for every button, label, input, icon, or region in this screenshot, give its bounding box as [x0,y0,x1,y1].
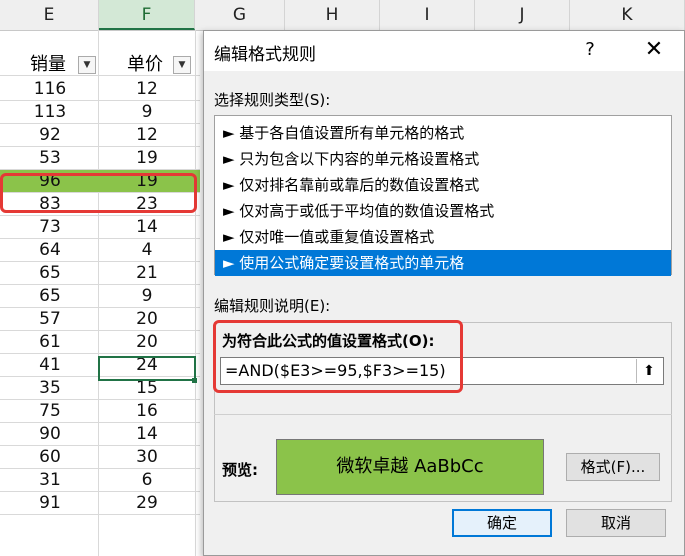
qty-cell[interactable]: 116 [2,78,98,100]
column-header-e[interactable]: E [0,0,99,30]
price-cell[interactable]: 30 [99,446,195,468]
help-button[interactable]: ? [579,37,601,63]
preview-label: 预览: [222,461,258,479]
qty-cell[interactable]: 73 [2,216,98,238]
price-cell[interactable]: 14 [99,216,195,238]
table-row[interactable]: 90 14 [0,423,200,446]
price-cell[interactable]: 14 [99,423,195,445]
table-row[interactable]: 116 12 [0,78,200,101]
rule-type-item[interactable]: ► 仅对唯一值或重复值设置格式 [215,224,671,250]
collapse-dialog-icon[interactable]: ⬆ [636,359,661,383]
qty-cell[interactable]: 41 [2,354,98,376]
qty-cell[interactable]: 35 [2,377,98,399]
divider [214,414,672,415]
table-row[interactable]: 57 20 [0,308,200,331]
qty-cell[interactable]: 53 [2,147,98,169]
qty-cell[interactable]: 75 [2,400,98,422]
table-row[interactable]: 91 29 [0,492,200,515]
qty-cell[interactable]: 65 [2,262,98,284]
rule-type-item[interactable]: ► 仅对排名靠前或靠后的数值设置格式 [215,172,671,198]
format-button[interactable]: 格式(F)... [566,453,660,481]
table-row[interactable]: 53 19 [0,147,200,170]
highlight-annotation [0,173,197,213]
qty-cell[interactable]: 61 [2,331,98,353]
column-header-f[interactable]: F [99,0,195,30]
price-cell[interactable]: 12 [99,78,195,100]
rule-type-list[interactable]: ► 基于各自值设置所有单元格的格式 ► 只为包含以下内容的单元格设置格式 ► 仅… [214,115,672,276]
select-rule-type-label: 选择规则类型(S): [214,91,331,109]
filter-dropdown-icon[interactable]: ▼ [173,56,191,74]
column-header-j[interactable]: J [475,0,570,30]
table-row[interactable]: 65 9 [0,285,200,308]
column-header-g[interactable]: G [195,0,285,30]
table-row[interactable]: 75 16 [0,400,200,423]
column-header-row: E F G H I J K [0,0,685,31]
dialog-title: 编辑格式规则 [214,45,316,65]
price-cell[interactable]: 9 [99,101,195,123]
edit-format-rule-dialog: 编辑格式规则 ? ✕ 选择规则类型(S): ► 基于各自值设置所有单元格的格式 … [203,30,685,556]
price-cell[interactable]: 16 [99,400,195,422]
active-cell[interactable] [98,356,196,381]
price-cell[interactable]: 19 [99,147,195,169]
table-row[interactable]: 31 6 [0,469,200,492]
column-header-i[interactable]: I [380,0,475,30]
qty-cell[interactable]: 64 [2,239,98,261]
price-cell[interactable]: 4 [99,239,195,261]
title-bar[interactable]: 编辑格式规则 ? ✕ [204,31,684,71]
qty-cell[interactable]: 31 [2,469,98,491]
close-icon[interactable]: ✕ [641,37,667,63]
table-row[interactable]: 92 12 [0,124,200,147]
qty-cell[interactable]: 91 [2,492,98,514]
column-header-k[interactable]: K [570,0,685,30]
header-price[interactable]: 单价 [127,53,163,76]
price-cell[interactable]: 20 [99,331,195,353]
table-row[interactable]: 65 21 [0,262,200,285]
qty-cell[interactable]: 90 [2,423,98,445]
qty-cell[interactable]: 60 [2,446,98,468]
table-row[interactable]: 61 20 [0,331,200,354]
fill-handle[interactable] [192,378,197,383]
rule-type-item-selected[interactable]: ► 使用公式确定要设置格式的单元格 [215,250,671,276]
qty-cell[interactable]: 92 [2,124,98,146]
table-row[interactable]: 64 4 [0,239,200,262]
price-cell[interactable]: 20 [99,308,195,330]
table-row[interactable]: 60 30 [0,446,200,469]
rule-type-item[interactable]: ► 只为包含以下内容的单元格设置格式 [215,146,671,172]
price-cell[interactable]: 9 [99,285,195,307]
format-preview: 微软卓越 AaBbCc [276,439,544,495]
price-cell[interactable]: 29 [99,492,195,514]
edit-desc-label: 编辑规则说明(E): [214,297,331,315]
qty-cell[interactable]: 65 [2,285,98,307]
cancel-button[interactable]: 取消 [566,509,666,537]
price-cell[interactable]: 12 [99,124,195,146]
filter-dropdown-icon[interactable]: ▼ [78,56,96,74]
table-header-row: 销量 ▼ 单价 ▼ [0,53,200,76]
rule-type-item[interactable]: ► 基于各自值设置所有单元格的格式 [215,120,671,146]
table-row[interactable]: 73 14 [0,216,200,239]
column-header-h[interactable]: H [285,0,380,30]
rule-type-item[interactable]: ► 仅对高于或低于平均值的数值设置格式 [215,198,671,224]
qty-cell[interactable]: 113 [2,101,98,123]
price-cell[interactable]: 6 [99,469,195,491]
price-cell[interactable]: 21 [99,262,195,284]
formula-annotation [213,320,463,393]
qty-cell[interactable]: 57 [2,308,98,330]
ok-button[interactable]: 确定 [452,509,552,537]
header-qty[interactable]: 销量 [30,53,66,76]
table-row[interactable]: 113 9 [0,101,200,124]
